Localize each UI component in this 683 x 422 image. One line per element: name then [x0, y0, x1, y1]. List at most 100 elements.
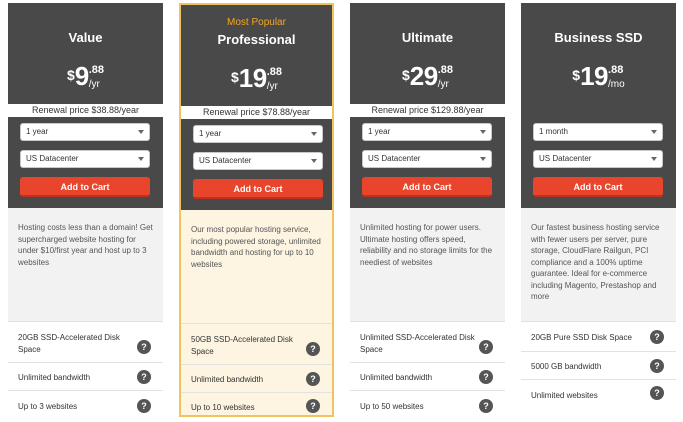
help-icon[interactable]: ?	[479, 399, 493, 413]
help-icon[interactable]: ?	[479, 370, 493, 384]
price-period: /yr	[437, 79, 449, 90]
feature-row: 20GB SSD-Accelerated Disk Space ?	[8, 321, 163, 362]
plan-card-ultimate: Ultimate $29.88/yr Renewal price $129.88…	[350, 3, 505, 417]
feature-row: Unlimited SSD-Accelerated Disk Space ?	[350, 321, 505, 362]
feature-text: Up to 10 websites	[191, 403, 255, 412]
plan-price: $29.88/yr	[350, 61, 505, 92]
chevron-down-icon	[138, 157, 144, 161]
plan-card-value: Value $9.88/yr Renewal price $38.88/year…	[8, 3, 163, 417]
datacenter-select-value: US Datacenter	[26, 154, 79, 163]
feature-row: Up to 50 websites ?	[350, 390, 505, 417]
renewal-price: Renewal price $129.88/year	[350, 104, 505, 117]
help-icon[interactable]: ?	[479, 340, 493, 354]
price-decimal: .88	[437, 64, 453, 76]
datacenter-select-value: US Datacenter	[539, 154, 592, 163]
help-icon[interactable]: ?	[650, 330, 664, 344]
plan-name: Ultimate	[401, 30, 454, 45]
feature-row: 5000 GB bandwidth ?	[521, 351, 676, 379]
plan-header: Business SSD $19.88/mo 1 month US Datace…	[521, 3, 676, 208]
help-icon[interactable]: ?	[137, 340, 151, 354]
plan-description-area: Unlimited hosting for power users. Ultim…	[350, 208, 505, 321]
help-icon[interactable]: ?	[650, 386, 664, 400]
feature-row: Up to 3 websites ?	[8, 390, 163, 417]
plan-price: $19.88/yr	[181, 63, 332, 94]
price-currency: $	[572, 67, 581, 83]
plan-name: Professional	[217, 32, 296, 47]
feature-text: Unlimited websites	[531, 391, 598, 400]
feature-row: Unlimited websites ?	[521, 379, 676, 409]
plan-header: Most Popular Professional $19.88/yr Rene…	[181, 5, 332, 210]
renewal-price: Renewal price $78.88/year	[181, 106, 332, 119]
plan-header: Value $9.88/yr Renewal price $38.88/year…	[8, 3, 163, 208]
plan-header: Ultimate $29.88/yr Renewal price $129.88…	[350, 3, 505, 208]
help-icon[interactable]: ?	[137, 399, 151, 413]
feature-text: 50GB SSD-Accelerated Disk Space	[191, 335, 293, 356]
datacenter-select[interactable]: US Datacenter	[362, 150, 492, 168]
term-select[interactable]: 1 month	[533, 123, 663, 141]
feature-row: Unlimited bandwidth ?	[350, 362, 505, 390]
chevron-down-icon	[311, 159, 317, 163]
price-integer: 19	[238, 63, 267, 93]
feature-row: Unlimited bandwidth ?	[8, 362, 163, 390]
price-period: /mo	[608, 79, 625, 90]
feature-text: Unlimited bandwidth	[360, 373, 433, 382]
feature-text: Unlimited SSD-Accelerated Disk Space	[360, 333, 475, 354]
plan-description-area: Our most popular hosting service, includ…	[181, 210, 332, 323]
feature-text: 20GB SSD-Accelerated Disk Space	[18, 333, 120, 354]
chevron-down-icon	[651, 130, 657, 134]
term-select-value: 1 year	[199, 129, 222, 138]
datacenter-select[interactable]: US Datacenter	[533, 150, 663, 168]
price-currency: $	[66, 67, 75, 83]
datacenter-select[interactable]: US Datacenter	[193, 152, 323, 170]
plan-price: $9.88/yr	[8, 61, 163, 92]
plan-description: Our most popular hosting service, includ…	[191, 225, 321, 269]
help-icon[interactable]: ?	[650, 359, 664, 373]
term-select-value: 1 year	[368, 127, 391, 136]
price-integer: 29	[409, 61, 438, 91]
chevron-down-icon	[311, 132, 317, 136]
chevron-down-icon	[480, 157, 486, 161]
feature-text: Up to 50 websites	[360, 402, 424, 411]
add-to-cart-button[interactable]: Add to Cart	[20, 177, 150, 197]
plan-badge: Most Popular	[227, 17, 286, 28]
feature-text: Unlimited bandwidth	[18, 373, 91, 382]
datacenter-select-value: US Datacenter	[199, 156, 252, 165]
add-to-cart-button[interactable]: Add to Cart	[533, 177, 663, 197]
feature-row: 20GB Pure SSD Disk Space ?	[521, 321, 676, 351]
plan-card-professional: Most Popular Professional $19.88/yr Rene…	[179, 3, 334, 417]
price-decimal: .88	[266, 66, 282, 78]
renewal-price: Renewal price $38.88/year	[8, 104, 163, 117]
feature-text: Unlimited bandwidth	[191, 375, 264, 384]
plan-description-area: Our fastest business hosting service wit…	[521, 208, 676, 321]
feature-row: Unlimited bandwidth ?	[181, 364, 332, 392]
help-icon[interactable]: ?	[306, 399, 320, 413]
help-icon[interactable]: ?	[306, 372, 320, 386]
price-period: /yr	[88, 79, 100, 90]
feature-text: 20GB Pure SSD Disk Space	[531, 333, 632, 342]
feature-row: 50GB SSD-Accelerated Disk Space ?	[181, 323, 332, 364]
help-icon[interactable]: ?	[306, 342, 320, 356]
plan-description-area: Hosting costs less than a domain! Get su…	[8, 208, 163, 321]
price-currency: $	[401, 67, 410, 83]
add-to-cart-button[interactable]: Add to Cart	[193, 179, 323, 199]
term-select[interactable]: 1 year	[362, 123, 492, 141]
plan-description: Our fastest business hosting service wit…	[531, 223, 660, 301]
price-integer: 9	[74, 61, 89, 91]
feature-text: 5000 GB bandwidth	[531, 362, 602, 371]
datacenter-select[interactable]: US Datacenter	[20, 150, 150, 168]
plan-name: Value	[68, 30, 103, 45]
price-decimal: .88	[608, 64, 624, 76]
price-integer: 19	[580, 61, 609, 91]
chevron-down-icon	[480, 130, 486, 134]
plan-description: Unlimited hosting for power users. Ultim…	[360, 223, 493, 267]
term-select[interactable]: 1 year	[193, 125, 323, 143]
price-period: /yr	[266, 81, 278, 92]
term-select[interactable]: 1 year	[20, 123, 150, 141]
price-decimal: .88	[88, 64, 105, 76]
add-to-cart-button[interactable]: Add to Cart	[362, 177, 492, 197]
feature-text: Up to 3 websites	[18, 402, 78, 411]
chevron-down-icon	[138, 130, 144, 134]
help-icon[interactable]: ?	[137, 370, 151, 384]
feature-row: Up to 10 websites ?	[181, 392, 332, 415]
plan-description: Hosting costs less than a domain! Get su…	[18, 223, 153, 267]
